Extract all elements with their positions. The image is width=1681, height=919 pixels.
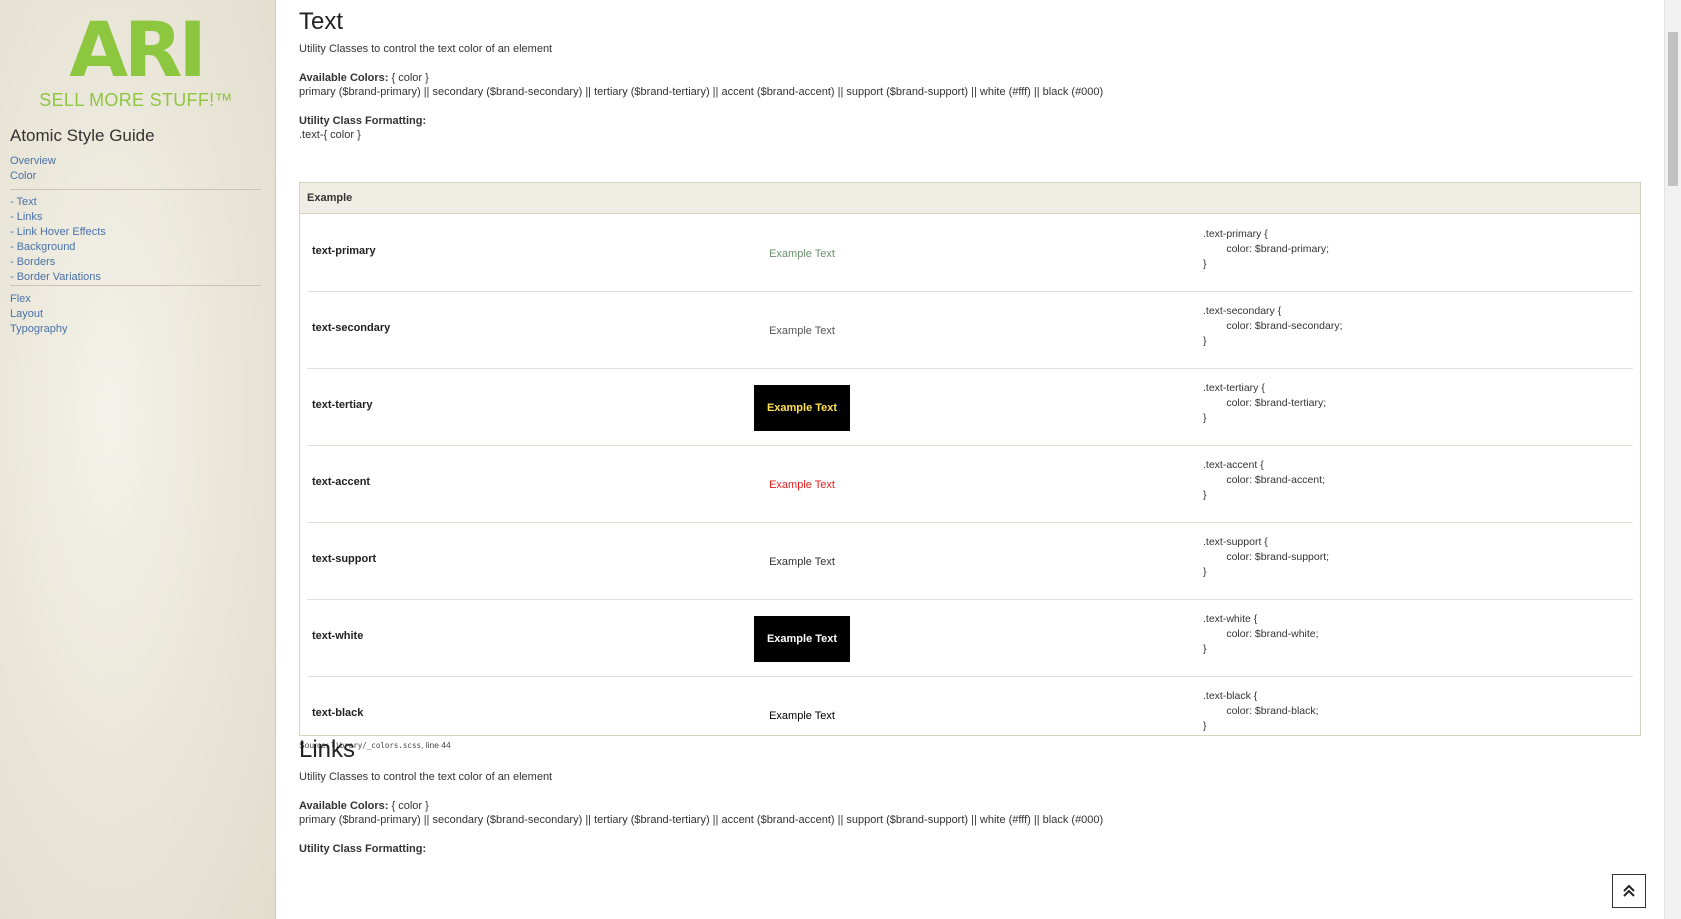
back-to-top-button[interactable] xyxy=(1612,874,1646,908)
nav-bottom: Flex Layout Typography xyxy=(10,292,261,337)
section-description: Utility Classes to control the text colo… xyxy=(299,43,553,55)
nav-flex[interactable]: Flex xyxy=(10,292,261,307)
available-colors: Available Colors: { color } xyxy=(299,72,1641,84)
code-snippet: .text-secondary { color: $brand-secondar… xyxy=(1203,305,1343,347)
logo-tagline: SELL MORE STUFF!™ xyxy=(39,90,233,110)
available-colors-value: { color } xyxy=(391,800,429,812)
nav-links[interactable]: - Links xyxy=(10,210,261,225)
logo-wordmark: ARI xyxy=(69,5,207,94)
nav-color-sub: - Text - Links - Link Hover Effects - Ba… xyxy=(10,195,261,285)
format-label: Utility Class Formatting: xyxy=(299,843,427,855)
example-row: text-accent Example Text .text-accent { co… xyxy=(307,445,1633,523)
sidebar: ARI SELL MORE STUFF!™ Atomic Style Guide… xyxy=(0,0,276,919)
example-text: Example Text xyxy=(769,325,835,337)
colors-list: primary ($brand-primary) || secondary ($… xyxy=(299,814,1104,826)
colors-list: primary ($brand-primary) || secondary ($… xyxy=(299,86,1104,98)
nav-overview[interactable]: Overview xyxy=(10,154,261,169)
section-title: Links xyxy=(299,736,356,763)
nav-typography[interactable]: Typography xyxy=(10,322,261,337)
example-text: Example Text xyxy=(754,385,850,431)
example-text: Example Text xyxy=(769,710,835,722)
class-name: text-support xyxy=(312,553,377,565)
ari-logo[interactable]: ARI SELL MORE STUFF!™ xyxy=(36,10,236,112)
main-content: Text Utility Classes to control the text… xyxy=(276,0,1664,919)
available-colors-label: Available Colors: xyxy=(299,72,389,84)
example-row: text-tertiary Example Text .text-tertiary … xyxy=(307,368,1633,446)
example-text: Example Text xyxy=(769,556,835,568)
format-value: .text-{ color } xyxy=(299,129,361,141)
available-colors: Available Colors: { color } xyxy=(299,800,1641,812)
scrollbar-thumb[interactable] xyxy=(1668,32,1678,186)
nav-link-hover-effects[interactable]: - Link Hover Effects xyxy=(10,225,261,240)
code-snippet: .text-tertiary { color: $brand-tertiary;… xyxy=(1203,382,1327,424)
code-snippet: .text-black { color: $brand-black; } xyxy=(1203,690,1319,732)
class-name: text-accent xyxy=(312,476,371,488)
example-row: text-white Example Text .text-white { colo… xyxy=(307,599,1633,677)
example-text: Example Text xyxy=(769,479,835,491)
nav-divider xyxy=(10,285,261,286)
available-colors-label: Available Colors: xyxy=(299,800,389,812)
nav-layout[interactable]: Layout xyxy=(10,307,261,322)
example-text: Example Text xyxy=(769,248,835,260)
format-label: Utility Class Formatting: xyxy=(299,115,427,127)
page-scrollbar[interactable] xyxy=(1664,0,1681,919)
class-name: text-primary xyxy=(312,245,376,257)
nav-background[interactable]: - Background xyxy=(10,240,261,255)
class-name: text-black xyxy=(312,707,364,719)
nav-divider xyxy=(10,189,261,190)
nav-borders[interactable]: - Borders xyxy=(10,255,261,270)
available-colors-value: { color } xyxy=(391,72,429,84)
example-row: text-secondary Example Text .text-secondar… xyxy=(307,291,1633,369)
class-name: text-secondary xyxy=(312,322,391,334)
class-name: text-tertiary xyxy=(312,399,373,411)
example-text: Example Text xyxy=(754,616,850,662)
nav-main: Overview Color xyxy=(10,154,261,184)
site-title: Atomic Style Guide xyxy=(10,126,155,145)
code-snippet: .text-accent { color: $brand-accent; } xyxy=(1203,459,1325,501)
code-snippet: .text-support { color: $brand-support; } xyxy=(1203,536,1330,578)
nav-text[interactable]: - Text xyxy=(10,195,261,210)
example-row: text-primary Example Text .text-primary { … xyxy=(307,214,1633,292)
double-chevron-up-icon xyxy=(1623,884,1635,897)
nav-border-variations[interactable]: - Border Variations xyxy=(10,270,261,285)
example-header: Example xyxy=(300,183,1640,214)
code-snippet: .text-primary { color: $brand-primary; } xyxy=(1203,228,1330,270)
section-description: Utility Classes to control the text colo… xyxy=(299,771,553,783)
text-section: Text Utility Classes to control the text… xyxy=(299,8,1641,750)
nav-color[interactable]: Color xyxy=(10,169,261,184)
example-row: text-support Example Text .text-support { … xyxy=(307,522,1633,600)
links-section: Links Utility Classes to control the tex… xyxy=(299,736,1641,855)
example-table: Example text-primary Example Text .text-pr… xyxy=(299,182,1641,736)
code-snippet: .text-white { color: $brand-white; } xyxy=(1203,613,1319,655)
section-title: Text xyxy=(299,8,344,35)
class-name: text-white xyxy=(312,630,364,642)
